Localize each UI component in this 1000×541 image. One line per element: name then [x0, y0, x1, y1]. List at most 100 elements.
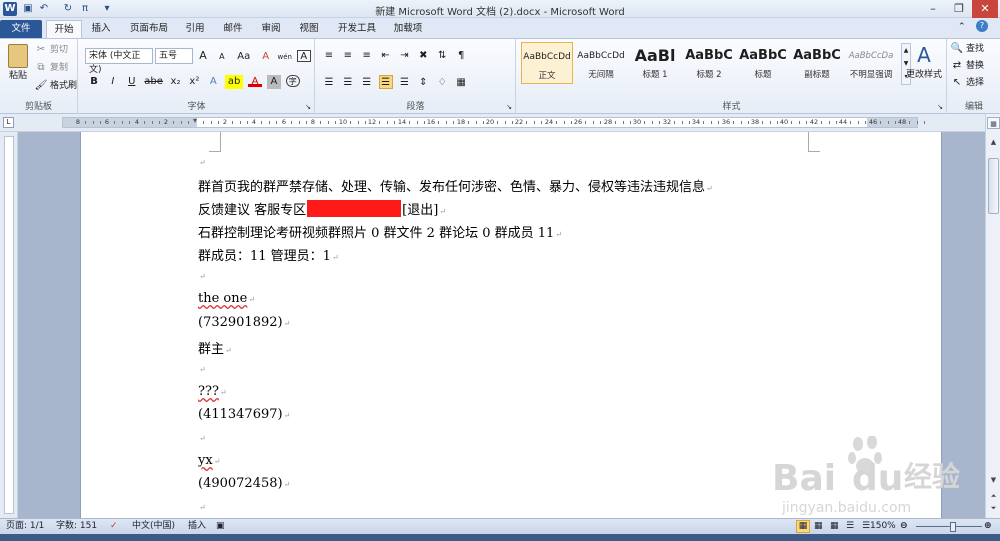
increase-indent-icon[interactable]: ⇥	[398, 49, 412, 63]
sort-icon[interactable]: ⇅	[435, 49, 449, 63]
zoom-slider-track[interactable]	[916, 526, 982, 527]
decrease-indent-icon[interactable]: ⇤	[379, 49, 393, 63]
tab-review[interactable]: 审阅	[254, 20, 288, 38]
shrink-font-icon[interactable]: A	[215, 50, 229, 64]
zoom-out-icon[interactable]: ⊖	[900, 519, 908, 534]
grow-font-icon[interactable]: A	[196, 49, 210, 63]
numbering-icon[interactable]: ≡	[341, 49, 355, 63]
web-layout-view-icon[interactable]: ▦	[830, 519, 839, 534]
previous-page-icon[interactable]: ⏶	[987, 490, 1000, 502]
font-family-select[interactable]: 宋体 (中文正文)	[85, 48, 153, 75]
paragraph[interactable]: the one↵	[198, 291, 255, 306]
zoom-slider-handle[interactable]	[950, 522, 956, 532]
paragraph[interactable]: 群成员：11 管理员：1↵	[198, 245, 339, 264]
enclose-characters-icon[interactable]: 字	[285, 75, 300, 87]
change-styles-button[interactable]: A 更改样式	[903, 43, 945, 80]
find-button[interactable]: 🔍 查找	[950, 42, 984, 56]
indent-marker-icon[interactable]: ▾	[193, 116, 197, 125]
superscript-icon[interactable]: x²	[187, 75, 201, 89]
close-icon[interactable]: ✕	[972, 0, 998, 18]
align-right-icon[interactable]: ☰	[360, 76, 374, 90]
align-left-icon[interactable]: ☰	[322, 76, 336, 90]
page-count[interactable]: 页面: 1/1	[6, 519, 44, 534]
paragraph[interactable]: (732901892)↵	[198, 315, 290, 330]
text-effects-icon[interactable]: A	[206, 75, 220, 89]
print-layout-view-icon[interactable]: ▦	[796, 520, 810, 533]
copy-button[interactable]: ⧉ 复制	[34, 61, 68, 75]
insert-mode[interactable]: 插入	[188, 519, 206, 534]
scroll-down-icon[interactable]: ▼	[987, 474, 1000, 486]
shading-icon[interactable]: ♢	[435, 76, 449, 90]
style-subtle-emphasis[interactable]: AaBbCcDa 不明显强调	[845, 42, 897, 84]
style-normal[interactable]: AaBbCcDd 正文	[521, 42, 573, 84]
tab-references[interactable]: 引用	[178, 20, 212, 38]
underline-icon[interactable]: U	[125, 75, 139, 89]
language[interactable]: 中文(中国)	[132, 519, 175, 534]
scroll-thumb[interactable]	[988, 158, 999, 214]
paragraph[interactable]: 群首页我的群严禁存储、处理、传输、发布任何涉密、色情、暴力、侵权等违法违规信息↵	[198, 176, 713, 195]
collapse-ribbon-icon[interactable]: ⌃	[958, 22, 966, 32]
chinese-layout-icon[interactable]: ✖	[416, 49, 430, 63]
tab-developer[interactable]: 开发工具	[332, 20, 382, 38]
replace-button[interactable]: ⇄ 替换	[950, 59, 984, 73]
ruler-toggle-icon[interactable]: ▦	[987, 117, 1000, 129]
strikethrough-icon[interactable]: abe	[144, 75, 164, 89]
outline-view-icon[interactable]: ☰	[846, 519, 854, 534]
bullets-icon[interactable]: ≡	[322, 49, 336, 63]
minimize-icon[interactable]: –	[920, 0, 946, 18]
bold-icon[interactable]: B	[87, 75, 101, 89]
next-page-icon[interactable]: ⏷	[987, 502, 1000, 514]
zoom-level[interactable]: 150%	[870, 519, 896, 534]
font-size-select[interactable]: 五号	[155, 48, 193, 64]
paragraph[interactable]: ↵	[198, 430, 206, 445]
highlight-icon[interactable]: ab	[225, 75, 244, 89]
clear-format-icon[interactable]: A	[259, 50, 273, 64]
borders-icon[interactable]: ▦	[454, 76, 468, 90]
tab-addins[interactable]: 加载项	[388, 20, 428, 38]
tab-insert[interactable]: 插入	[84, 20, 118, 38]
paragraph[interactable]: ↵	[198, 268, 206, 283]
paragraph[interactable]: (490072458)↵	[198, 476, 290, 491]
paragraph[interactable]: ???↵	[198, 384, 227, 399]
word-count[interactable]: 字数: 151	[56, 519, 97, 534]
tab-selector-icon[interactable]: L	[3, 117, 14, 128]
tab-mailings[interactable]: 邮件	[216, 20, 250, 38]
styles-dialog-launcher-icon[interactable]: ↘	[937, 103, 943, 111]
style-no-spacing[interactable]: AaBbCcDd 无间隔	[575, 42, 627, 84]
justify-icon[interactable]: ☰	[378, 75, 393, 89]
tab-view[interactable]: 视图	[292, 20, 326, 38]
paragraph[interactable]: ↵	[198, 361, 206, 376]
paragraph-dialog-launcher-icon[interactable]: ↘	[506, 103, 512, 111]
macro-record-icon[interactable]: ▣	[216, 519, 225, 534]
draft-view-icon[interactable]: ☰	[862, 519, 870, 534]
character-shading-icon[interactable]: A	[266, 75, 281, 89]
phonetic-guide-icon[interactable]: wén	[278, 50, 292, 64]
font-dialog-launcher-icon[interactable]: ↘	[305, 103, 311, 111]
change-case-icon[interactable]: Aa	[234, 50, 254, 64]
horizontal-ruler[interactable]: L 8 6 4 2 2 4 6 8 10 12 14 16 18 20 22 24 26 28 30 32 34 36 38…	[0, 114, 1000, 132]
paragraph[interactable]: 反馈建议 客服专区 [退出]↵	[198, 199, 446, 218]
paragraph[interactable]: ↵	[198, 499, 206, 514]
distributed-icon[interactable]: ☰	[398, 76, 412, 90]
tab-home[interactable]: 开始	[46, 20, 82, 38]
paragraph[interactable]: 群主↵	[198, 338, 232, 357]
italic-icon[interactable]: I	[106, 75, 120, 89]
font-color-icon[interactable]: A	[248, 75, 262, 87]
proofing-icon[interactable]: ✓	[110, 519, 118, 534]
paragraph[interactable]: 石群控制理论考研视频群照片 0 群文件 2 群论坛 0 群成员 11↵	[198, 222, 562, 241]
select-button[interactable]: ↖ 选择	[950, 76, 984, 90]
paragraph[interactable]: ↵	[198, 154, 206, 169]
style-heading-2[interactable]: AaBbC 标题 2	[683, 42, 735, 84]
format-painter-button[interactable]: 🖌 格式刷	[34, 79, 77, 93]
character-border-icon[interactable]: A	[296, 50, 311, 62]
maximize-icon[interactable]: ❐	[946, 0, 972, 18]
tab-page-layout[interactable]: 页面布局	[124, 20, 174, 38]
zoom-in-icon[interactable]: ⊕	[984, 519, 992, 534]
scroll-up-icon[interactable]: ▲	[987, 136, 1000, 148]
align-center-icon[interactable]: ☰	[341, 76, 355, 90]
paste-button[interactable]: 粘贴	[6, 42, 30, 82]
full-screen-reading-view-icon[interactable]: ▦	[814, 519, 823, 534]
show-marks-icon[interactable]: ¶	[454, 49, 468, 63]
style-heading-1[interactable]: AaBl 标题 1	[629, 42, 681, 84]
multilevel-list-icon[interactable]: ≡	[360, 49, 374, 63]
